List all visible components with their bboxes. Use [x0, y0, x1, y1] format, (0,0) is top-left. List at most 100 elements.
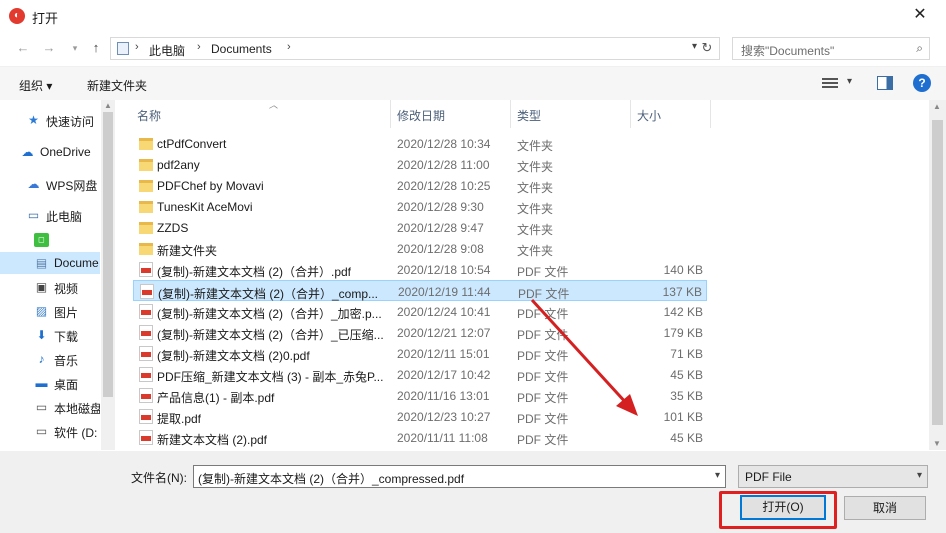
file-list-scrollbar[interactable]: ▲ ▼ [929, 100, 946, 450]
pdf-file-icon [139, 409, 153, 424]
file-row[interactable]: 新建文件夹 2020/12/28 9:08 文件夹 [133, 238, 707, 259]
file-name: 产品信息(1) - 副本.pdf [157, 391, 275, 405]
cancel-button[interactable]: 取消 [844, 496, 926, 520]
file-row[interactable]: ZZDS 2020/12/28 9:47 文件夹 [133, 217, 707, 238]
breadcrumb-separator-icon[interactable]: › [135, 41, 139, 53]
folder-icon [139, 138, 153, 150]
column-name[interactable]: 名称 ︿ [131, 100, 391, 128]
open-button[interactable]: 打开(O) [740, 495, 826, 520]
filename-label: 文件名(N): [131, 471, 187, 485]
filename-input[interactable]: (复制)-新建文本文档 (2)（合并）_compressed.pdf ▾ [193, 465, 726, 488]
column-date[interactable]: 修改日期 [391, 100, 511, 128]
breadcrumb-separator-icon[interactable]: › [287, 41, 291, 53]
scroll-up-icon[interactable]: ▲ [104, 101, 112, 110]
file-name: TunesKit AceMovi [157, 200, 253, 214]
file-type: 文件夹 [517, 244, 554, 258]
scroll-down-icon[interactable]: ▼ [933, 439, 941, 448]
sidebar-item-quick-access[interactable]: ★ 快速访问 [0, 109, 100, 131]
file-row[interactable]: (复制)-新建文本文档 (2)（合并）.pdf 2020/12/18 10:54 P… [133, 259, 707, 280]
wps-cloud-icon: ☁ [27, 177, 40, 191]
sidebar-item-onedrive[interactable]: ☁ OneDrive [0, 141, 94, 163]
file-row[interactable]: (复制)-新建文本文档 (2)（合并）_已压缩... 2020/12/21 12:… [133, 322, 707, 343]
computer-icon [117, 42, 129, 55]
recent-dropdown-icon[interactable]: ▾ [66, 39, 84, 57]
navigation-scrollbar[interactable]: ▲ [101, 100, 115, 450]
file-type: PDF 文件 [517, 307, 569, 321]
new-folder-button[interactable]: 新建文件夹 [87, 77, 147, 94]
filetype-select[interactable]: PDF File ▾ [738, 465, 928, 488]
sidebar-item-software-drive[interactable]: ▭ 软件 (D: [0, 420, 100, 442]
scrollbar-thumb[interactable] [932, 120, 943, 425]
file-date: 2020/12/28 9:08 [397, 242, 484, 256]
close-icon[interactable]: ✕ [900, 0, 940, 30]
navigation-pane: ★ 快速访问 ☁ OneDrive ☁ WPS网盘 ▭ 此电脑 ◻ ▤ Docu… [0, 100, 116, 450]
scrollbar-thumb[interactable] [103, 112, 113, 397]
view-dropdown-icon[interactable]: ▾ [847, 76, 852, 87]
chevron-down-icon[interactable]: ▾ [917, 470, 922, 481]
address-bar[interactable]: › 此电脑 › Documents › ▾ ↻ [110, 37, 720, 60]
help-icon[interactable]: ? [913, 74, 931, 92]
file-row[interactable]: (复制)-新建文本文档 (2)0.pdf 2020/12/11 15:01 PDF … [133, 343, 707, 364]
back-arrow-icon[interactable]: ← [14, 39, 32, 57]
up-arrow-icon[interactable]: ↑ [87, 39, 105, 57]
sidebar-item-wps-cloud[interactable]: ☁ WPS网盘 [0, 173, 100, 195]
column-size[interactable]: 大小 [631, 100, 711, 128]
preview-pane-icon[interactable] [877, 76, 893, 90]
file-row-selected[interactable]: (复制)-新建文本文档 (2)（合并）_comp... 2020/12/19 11… [133, 280, 707, 301]
file-name: PDF压缩_新建文本文档 (3) - 副本_赤兔P... [157, 370, 384, 384]
sidebar-item-this-pc[interactable]: ▭ 此电脑 [0, 204, 100, 226]
sidebar-item-pictures[interactable]: ▨ 图片 [0, 300, 100, 322]
view-details-icon[interactable] [822, 76, 838, 90]
breadcrumb-separator-icon[interactable]: › [197, 41, 201, 53]
search-input[interactable]: 搜索"Documents" ⌕ [732, 37, 930, 60]
file-row[interactable]: 新建文本文档 (2).pdf 2020/11/11 11:08 PDF 文件 45 K… [133, 427, 707, 448]
sidebar-item-local-disk[interactable]: ▭ 本地磁盘 [0, 396, 100, 418]
file-row[interactable]: pdf2any 2020/12/28 11:00 文件夹 [133, 154, 707, 175]
breadcrumb-documents[interactable]: Documents [211, 42, 272, 56]
sidebar-item-music[interactable]: ♪ 音乐 [0, 348, 100, 370]
sidebar-item-downloads[interactable]: ⬇ 下载 [0, 324, 100, 346]
file-name: (复制)-新建文本文档 (2)（合并）_已压缩... [157, 328, 384, 342]
organize-menu[interactable]: 组织 ▾ [19, 77, 52, 94]
file-name: 新建文本文档 (2).pdf [157, 433, 268, 447]
file-date: 2020/12/28 10:25 [397, 179, 491, 193]
sidebar-item-videos[interactable]: ▣ 视频 [0, 276, 100, 298]
file-size: 45 KB [670, 368, 703, 382]
folder-icon [139, 180, 153, 192]
search-icon[interactable]: ⌕ [916, 41, 923, 56]
address-dropdown-icon[interactable]: ▾ [692, 41, 697, 52]
file-row[interactable]: TunesKit AceMovi 2020/12/28 9:30 文件夹 [133, 196, 707, 217]
file-type: PDF 文件 [517, 391, 569, 405]
file-row[interactable]: PDF压缩_新建文本文档 (3) - 副本_赤兔P... 2020/12/17 1… [133, 364, 707, 385]
file-row[interactable]: PDFChef by Movavi 2020/12/28 10:25 文件夹 [133, 175, 707, 196]
sort-ascending-icon: ︿ [269, 100, 279, 110]
file-date: 2020/12/28 9:47 [397, 221, 484, 235]
file-size: 137 KB [662, 285, 702, 299]
pdf-file-icon [139, 367, 153, 382]
desktop-icon: ▬ [35, 376, 48, 390]
breadcrumb-this-pc[interactable]: 此电脑 [149, 42, 185, 59]
file-row[interactable]: 产品信息(1) - 副本.pdf 2020/11/16 13:01 PDF 文件 35… [133, 385, 707, 406]
file-type: PDF 文件 [517, 370, 569, 384]
file-row[interactable]: ctPdfConvert 2020/12/28 10:34 文件夹 [133, 133, 707, 154]
folder-icon [139, 222, 153, 234]
column-type[interactable]: 类型 [511, 100, 631, 128]
file-row[interactable]: 提取.pdf 2020/12/23 10:27 PDF 文件 101 KB [133, 406, 707, 427]
scroll-up-icon[interactable]: ▲ [933, 102, 941, 111]
file-type: 文件夹 [517, 181, 554, 195]
forward-arrow-icon[interactable]: → [40, 39, 58, 57]
file-type: PDF 文件 [517, 433, 569, 447]
title-bar: ◐ 打开 ✕ [0, 0, 946, 32]
file-row[interactable]: (复制)-新建文本文档 (2)（合并）_加密.p... 2020/12/24 10… [133, 301, 707, 322]
address-row: ← → ▾ ↑ › 此电脑 › Documents › ▾ ↻ 搜索"Docum… [0, 34, 946, 62]
sidebar-item-desktop[interactable]: ▬ 桌面 [0, 372, 100, 394]
pdf-file-icon [139, 346, 153, 361]
file-size: 45 KB [670, 431, 703, 445]
command-toolbar: 组织 ▾ 新建文件夹 ▾ ? [0, 66, 946, 100]
refresh-icon[interactable]: ↻ [699, 40, 715, 56]
pdf-file-icon [139, 388, 153, 403]
chevron-down-icon[interactable]: ▾ [715, 470, 720, 481]
sidebar-item-documents[interactable]: ▤ Docume [0, 252, 100, 274]
sidebar-item-green-app[interactable]: ◻ [0, 229, 100, 251]
star-icon: ★ [28, 113, 39, 127]
